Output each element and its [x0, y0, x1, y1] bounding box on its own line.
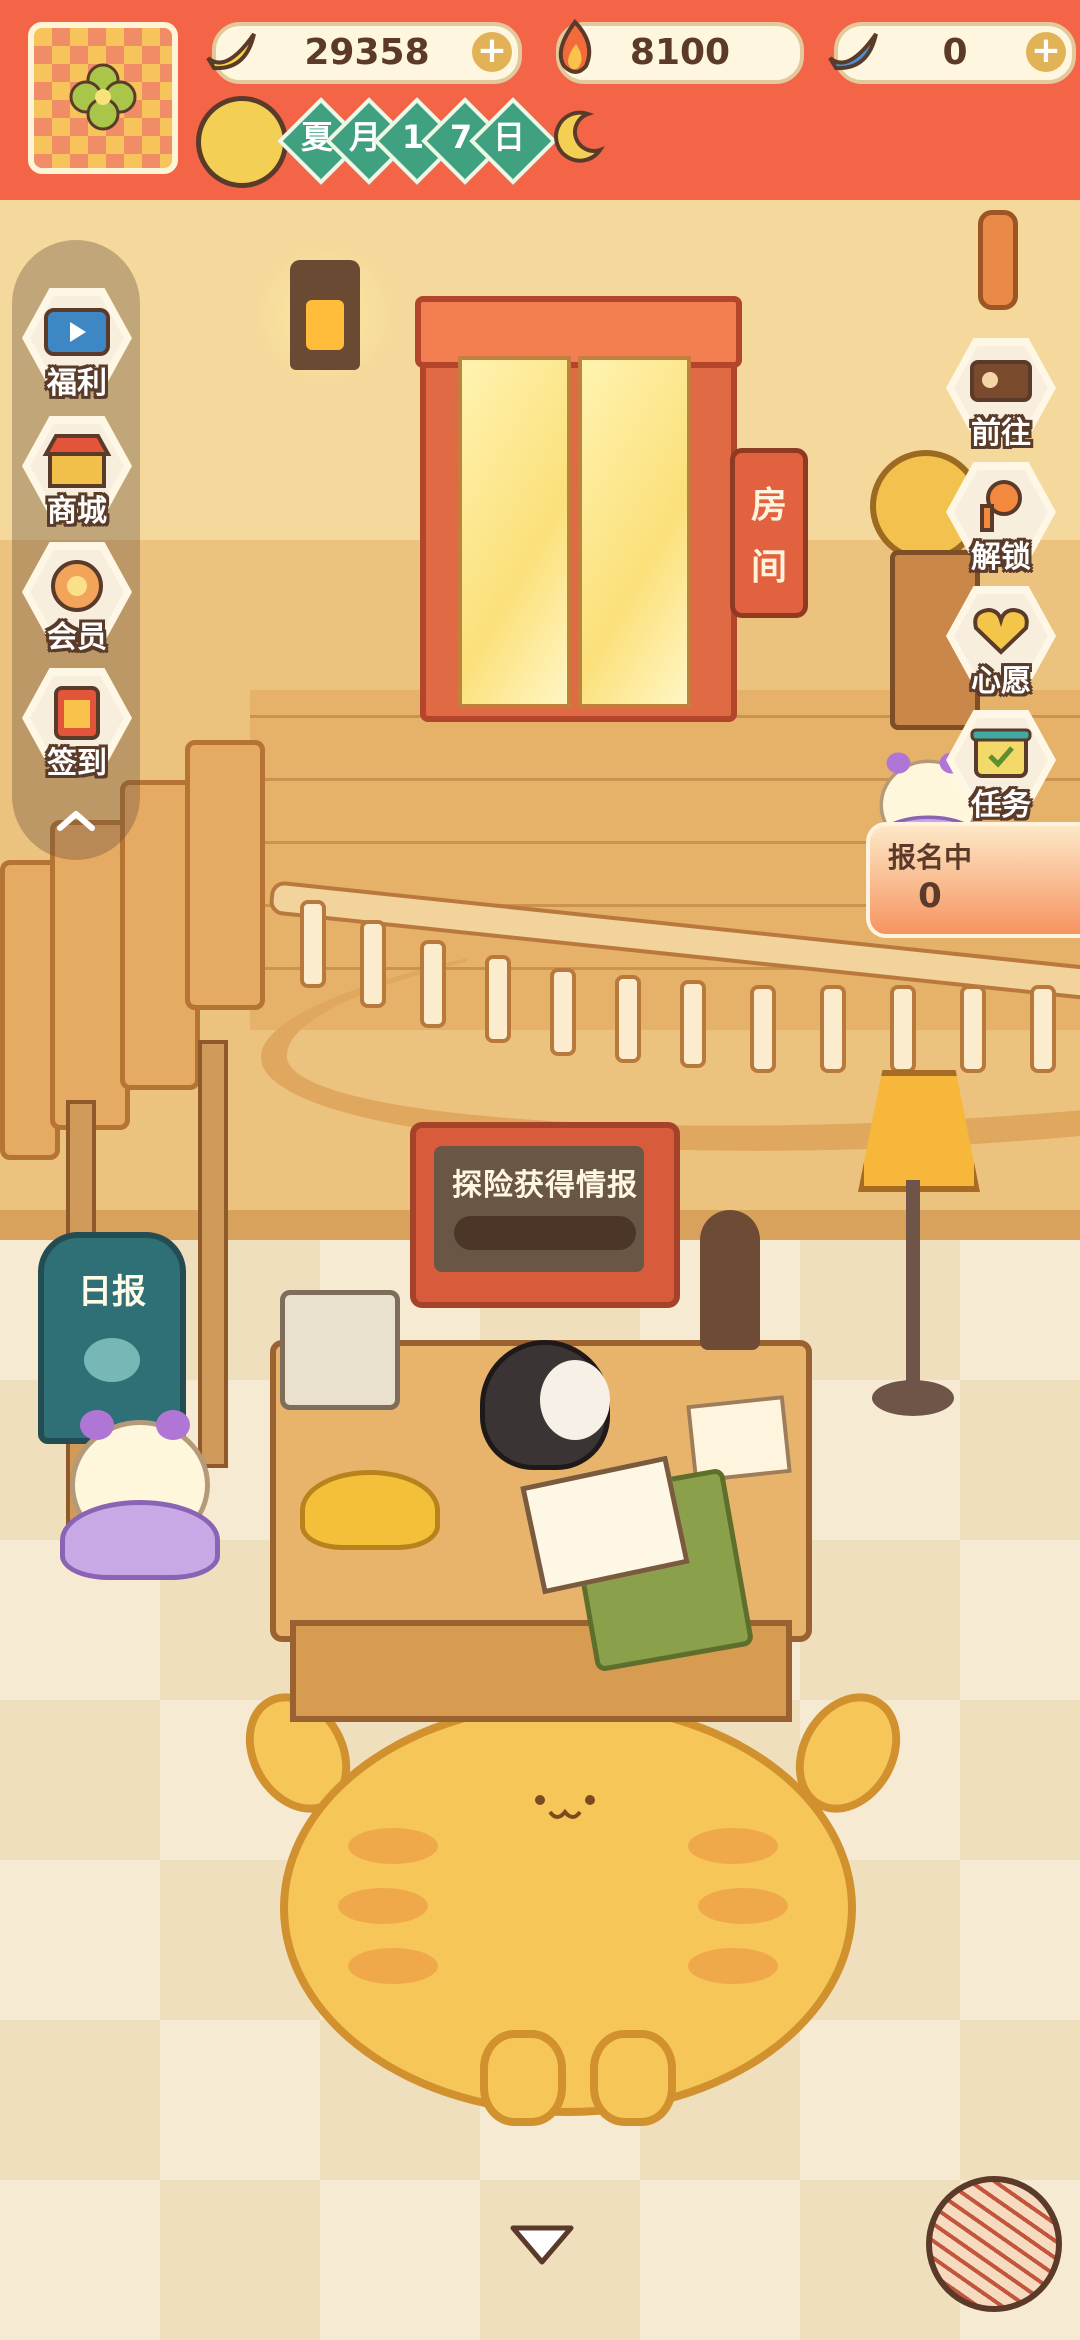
add-banana-button[interactable]: +	[472, 32, 512, 72]
document-paper[interactable]	[686, 1395, 792, 1483]
room-sign-char: 房	[750, 485, 787, 526]
railing-post	[960, 985, 986, 1073]
cat-rug	[280, 1700, 856, 2116]
calendar-icon	[54, 686, 100, 740]
checkin-button[interactable]: 签到	[16, 660, 138, 781]
task-scroll-icon	[970, 728, 1032, 778]
magic-lamp-icon[interactable]	[300, 1470, 440, 1550]
season-seal-icon[interactable]	[196, 96, 288, 188]
checkin-label: 签到	[47, 746, 107, 781]
room-sign[interactable]: 房 间	[730, 448, 808, 618]
flower-badge-icon	[51, 560, 103, 612]
cat-patch	[540, 1360, 610, 1440]
railing-post	[420, 940, 446, 1028]
railing-post	[890, 985, 916, 1073]
member-button[interactable]: 会员	[16, 534, 138, 655]
goto-button[interactable]: 前往	[940, 330, 1062, 451]
unlock-label: 解锁	[971, 540, 1031, 575]
railing-post	[680, 980, 706, 1068]
date-char: 日	[492, 118, 525, 156]
scroll-down-icon[interactable]	[507, 2220, 577, 2270]
hanging-knot	[978, 210, 1018, 310]
flame-icon	[558, 18, 592, 74]
shop-label: 商城	[47, 494, 107, 529]
intel-progress-bar	[454, 1216, 636, 1250]
newspaper-title: 日报	[78, 1272, 146, 1312]
rug-foot	[590, 2030, 676, 2126]
railing-post	[750, 985, 776, 1073]
elevator-door-right[interactable]	[578, 356, 691, 708]
shop-icon	[42, 434, 112, 488]
unlock-button[interactable]: 解锁	[940, 454, 1062, 575]
floor-lamp-base	[872, 1380, 954, 1416]
blue-banana-icon	[828, 32, 878, 71]
signup-count: 0	[918, 876, 942, 916]
railing-post	[1030, 985, 1056, 1073]
currency-value: 8100	[629, 32, 731, 73]
welfare-button[interactable]: 福利	[16, 280, 138, 401]
game-scene: 房 间 探险获得情报 日报	[0, 0, 1080, 2340]
rug-face-icon	[535, 1795, 595, 1819]
currency-value: 29358	[304, 32, 430, 73]
player-avatar[interactable]	[28, 22, 178, 174]
task-label: 任务	[971, 788, 1031, 823]
collapse-menu-icon[interactable]	[46, 800, 106, 840]
banana-icon	[206, 32, 256, 71]
signboard-icon	[970, 360, 1032, 402]
yarn-ball-button[interactable]	[926, 2176, 1062, 2312]
member-label: 会员	[47, 620, 107, 655]
intel-board-text: 探险获得情报	[452, 1168, 638, 1203]
wish-button[interactable]: 心愿	[940, 578, 1062, 699]
signup-panel[interactable]: 报名中 0	[866, 822, 1080, 938]
heart-book-icon	[973, 607, 1029, 655]
cat-face-icon	[84, 1338, 140, 1382]
wall-lamp-light	[306, 300, 344, 350]
rug-foot	[480, 2030, 566, 2126]
intel-board-screen: 探险获得情报	[434, 1146, 644, 1272]
elevator-door-left[interactable]	[458, 356, 571, 708]
oil-lamp	[700, 1210, 760, 1350]
railing-post	[550, 968, 576, 1056]
task-button[interactable]: 任务	[940, 702, 1062, 823]
railing-post	[360, 920, 386, 1008]
add-blue-banana-button[interactable]: +	[1026, 32, 1066, 72]
shop-button[interactable]: 商城	[16, 408, 138, 529]
room-sign-char: 间	[750, 547, 787, 588]
railing-post	[820, 985, 846, 1073]
computer-icon[interactable]	[280, 1290, 400, 1410]
intel-board[interactable]: 探险获得情报	[410, 1122, 680, 1308]
railing-post	[485, 955, 511, 1043]
welfare-label: 福利	[47, 366, 107, 401]
moon-icon[interactable]	[548, 106, 608, 166]
floor-lamp-pole	[906, 1180, 920, 1400]
goto-label: 前往	[971, 416, 1031, 451]
key-icon	[980, 480, 1022, 532]
signup-title: 报名中	[887, 841, 972, 874]
railing-post	[615, 975, 641, 1063]
doll-character[interactable]	[60, 1400, 220, 1580]
railing-post	[300, 900, 326, 988]
tv-icon	[44, 308, 110, 356]
wish-label: 心愿	[971, 664, 1031, 699]
currency-value: 0	[942, 32, 968, 73]
clover-icon	[69, 63, 137, 131]
